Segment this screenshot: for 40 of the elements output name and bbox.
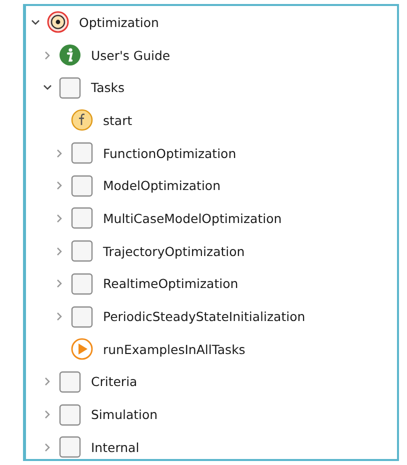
square-icon (59, 436, 81, 458)
chevron-down-icon[interactable] (43, 83, 52, 92)
tree-item[interactable]: Tasks (91, 80, 124, 96)
chevron-right-icon[interactable] (55, 181, 64, 190)
chevron-right-icon[interactable] (43, 50, 52, 60)
square-icon (71, 142, 93, 164)
tree-item[interactable]: RealtimeOptimization (103, 276, 238, 292)
square-icon (71, 272, 93, 295)
tree-item[interactable]: MultiCaseModelOptimization (103, 210, 282, 226)
tree-item[interactable]: PeriodicSteadyStateInitialization (103, 309, 306, 324)
square-icon (71, 207, 93, 230)
chevron-right-icon[interactable] (55, 279, 64, 288)
tree-item[interactable]: Simulation (91, 407, 158, 422)
chevron-right-icon[interactable] (55, 148, 64, 158)
square-icon (59, 76, 81, 99)
tree-item[interactable]: Criteria (91, 374, 138, 390)
target-icon (47, 11, 69, 34)
tree-item[interactable]: start (103, 112, 132, 128)
chevron-down-icon[interactable] (31, 18, 40, 27)
chevron-right-icon[interactable] (55, 312, 64, 322)
chevron-right-icon[interactable] (43, 377, 52, 386)
chevron-right-icon[interactable] (43, 442, 52, 452)
tree-item[interactable]: User's Guide (91, 48, 170, 63)
tree-item[interactable]: Internal (91, 440, 140, 455)
tree-item[interactable]: FunctionOptimization (103, 146, 236, 161)
tree-item[interactable]: runExamplesInAllTasks (103, 342, 246, 357)
square-icon (71, 240, 93, 262)
tree-item[interactable]: Optimization (79, 14, 159, 30)
chevron-right-icon[interactable] (55, 246, 64, 256)
chevron-right-icon[interactable] (55, 214, 64, 223)
square-icon (71, 174, 93, 197)
square-icon (71, 306, 93, 328)
square-icon (59, 404, 81, 426)
chevron-right-icon[interactable] (43, 410, 52, 420)
function-icon (71, 109, 93, 132)
tree-item[interactable]: TrajectoryOptimization (103, 244, 245, 259)
info-icon (59, 44, 81, 66)
square-icon (59, 370, 81, 393)
play-icon (71, 338, 93, 360)
tree-item[interactable]: ModelOptimization (103, 178, 220, 194)
